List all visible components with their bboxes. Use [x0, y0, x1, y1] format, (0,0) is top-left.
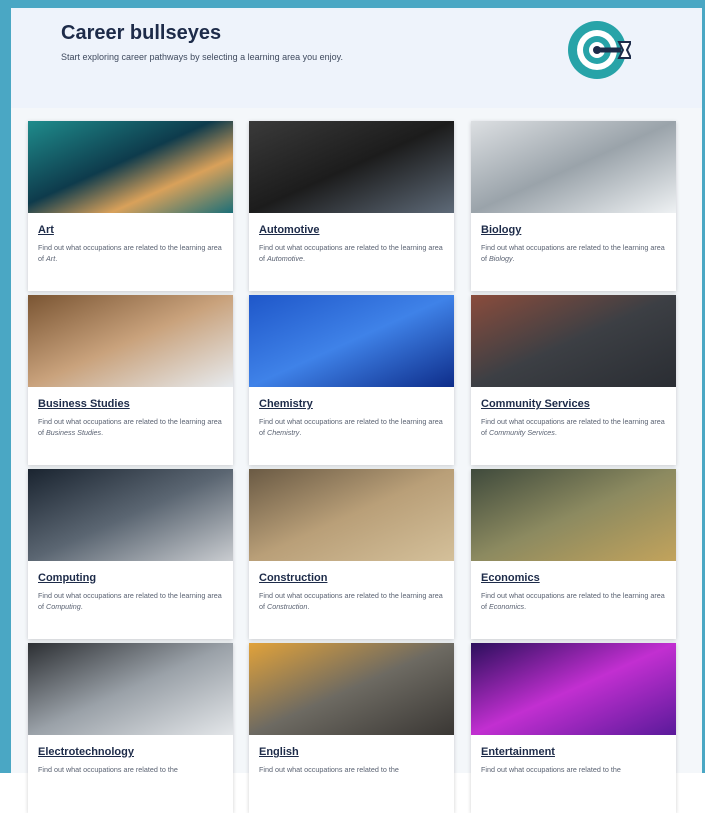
- learning-area-card[interactable]: Community Services Find out what occupati…: [471, 295, 676, 465]
- learning-area-card[interactable]: English Find out what occupations are rel…: [249, 643, 454, 813]
- card-description-text: Find out what occupations are related to…: [38, 243, 222, 263]
- card-description-suffix: .: [307, 602, 310, 611]
- card-title-link[interactable]: English: [259, 746, 299, 758]
- card-description-suffix: .: [302, 254, 305, 263]
- card-title-link[interactable]: Economics: [481, 572, 540, 584]
- bullseye-arrow-icon: [568, 21, 631, 79]
- card-description-area: Economics: [489, 602, 525, 611]
- card-title-link[interactable]: Business Studies: [38, 398, 130, 410]
- page-subtitle: Start exploring career pathways by selec…: [61, 52, 343, 62]
- card-description-area: Biology: [489, 254, 513, 263]
- card-description-area: Computing: [46, 602, 81, 611]
- learning-area-card[interactable]: Electrotechnology Find out what occupatio…: [28, 643, 233, 813]
- card-image[interactable]: [471, 121, 676, 213]
- learning-area-card[interactable]: Chemistry Find out what occupations are r…: [249, 295, 454, 465]
- card-description-suffix: .: [299, 428, 302, 437]
- card-title-link[interactable]: Biology: [481, 224, 521, 236]
- learning-area-card[interactable]: Computing Find out what occupations are r…: [28, 469, 233, 639]
- card-description-area: Art: [46, 254, 56, 263]
- learning-area-card[interactable]: Business Studies Find out what occupation…: [28, 295, 233, 465]
- page-header: Career bullseyes Start exploring career …: [11, 8, 702, 108]
- card-description: Find out what occupations are related to…: [481, 416, 666, 438]
- card-description: Find out what occupations are related to…: [38, 416, 223, 438]
- card-description: Find out what occupations are related to…: [38, 764, 223, 775]
- learning-area-card[interactable]: Biology Find out what occupations are rel…: [471, 121, 676, 291]
- card-image[interactable]: [471, 643, 676, 735]
- card-title-link[interactable]: Art: [38, 224, 54, 236]
- card-description-suffix: .: [55, 254, 58, 263]
- card-description-area: Construction: [267, 602, 308, 611]
- card-title-link[interactable]: Computing: [38, 572, 96, 584]
- card-description: Find out what occupations are related to…: [259, 764, 444, 775]
- learning-area-card[interactable]: Automotive Find out what occupations are …: [249, 121, 454, 291]
- card-title-link[interactable]: Automotive: [259, 224, 320, 236]
- card-image[interactable]: [249, 121, 454, 213]
- card-description-suffix: .: [554, 428, 557, 437]
- card-description: Find out what occupations are related to…: [481, 590, 666, 612]
- learning-area-card[interactable]: Construction Find out what occupations ar…: [249, 469, 454, 639]
- card-image[interactable]: [249, 295, 454, 387]
- card-image[interactable]: [249, 643, 454, 735]
- card-description-suffix: .: [80, 602, 83, 611]
- card-description-suffix: .: [524, 602, 527, 611]
- card-description-area: Automotive: [267, 254, 303, 263]
- card-description: Find out what occupations are related to…: [481, 764, 666, 775]
- card-image[interactable]: [471, 295, 676, 387]
- card-image[interactable]: [28, 121, 233, 213]
- card-image[interactable]: [28, 469, 233, 561]
- card-description-area: Chemistry: [267, 428, 300, 437]
- card-description: Find out what occupations are related to…: [259, 416, 444, 438]
- card-title-link[interactable]: Construction: [259, 572, 327, 584]
- card-description-area: Business Studies: [46, 428, 102, 437]
- card-description: Find out what occupations are related to…: [481, 242, 666, 264]
- card-description-suffix: .: [101, 428, 104, 437]
- page-title: Career bullseyes: [61, 22, 222, 44]
- card-description: Find out what occupations are related to…: [38, 590, 223, 612]
- learning-area-card[interactable]: Art Find out what occupations are related…: [28, 121, 233, 291]
- card-title-link[interactable]: Entertainment: [481, 746, 555, 758]
- learning-area-card[interactable]: Economics Find out what occupations are r…: [471, 469, 676, 639]
- card-description: Find out what occupations are related to…: [259, 242, 444, 264]
- card-description-suffix: .: [512, 254, 515, 263]
- learning-area-card[interactable]: Entertainment Find out what occupations a…: [471, 643, 676, 813]
- card-title-link[interactable]: Electrotechnology: [38, 746, 134, 758]
- card-title-link[interactable]: Community Services: [481, 398, 590, 410]
- card-image[interactable]: [28, 643, 233, 735]
- card-image[interactable]: [249, 469, 454, 561]
- card-description-area: Community Services: [489, 428, 555, 437]
- card-image[interactable]: [471, 469, 676, 561]
- card-description: Find out what occupations are related to…: [38, 242, 223, 264]
- card-description: Find out what occupations are related to…: [259, 590, 444, 612]
- card-title-link[interactable]: Chemistry: [259, 398, 313, 410]
- card-image[interactable]: [28, 295, 233, 387]
